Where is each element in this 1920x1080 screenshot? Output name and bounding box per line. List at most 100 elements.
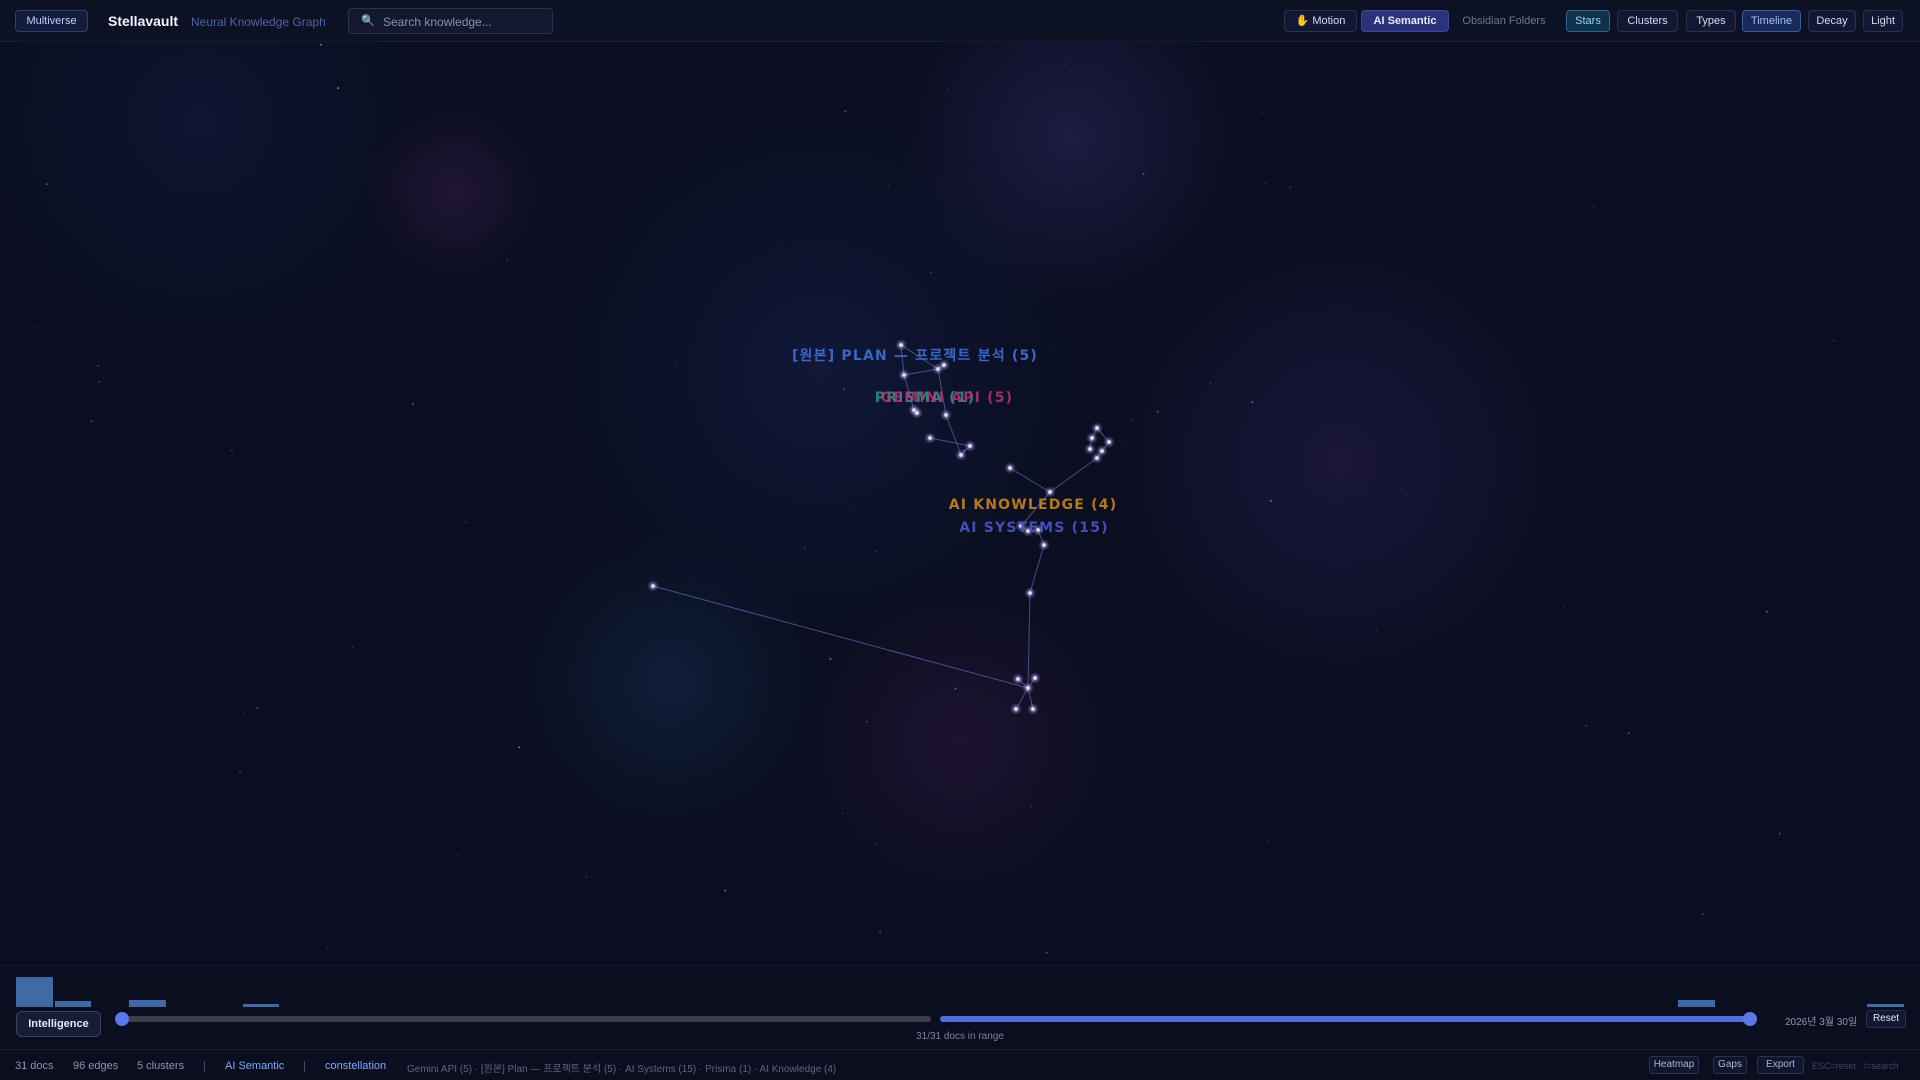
range-start-handle[interactable] [115, 1012, 129, 1026]
graph-canvas[interactable]: [원본] PLAN — 프로젝트 분석 (5) PRISMA (1) GEMIN… [0, 42, 1920, 965]
background-star [1156, 410, 1159, 413]
cluster-count: 5 clusters [137, 1060, 185, 1072]
graph-node[interactable] [955, 449, 967, 461]
top-bar: Multiverse Stellavault Neural Knowledge … [0, 0, 1920, 42]
background-star [1030, 298, 1032, 300]
background-star [1197, 120, 1199, 123]
background-star [941, 557, 943, 559]
background-star [841, 812, 844, 815]
status-separator: | [203, 1060, 206, 1072]
background-star [879, 930, 882, 933]
background-star [457, 854, 459, 857]
background-star [230, 449, 234, 452]
background-star [326, 948, 328, 950]
background-star [1540, 420, 1542, 422]
light-theme-toggle[interactable]: Light [1863, 10, 1903, 32]
background-star [25, 267, 27, 269]
cluster-label-gemini-api[interactable]: GEMINI API (5) [881, 390, 1014, 406]
graph-node[interactable] [647, 580, 659, 592]
background-star [724, 889, 727, 892]
background-star [412, 403, 415, 406]
app-tagline: Neural Knowledge Graph [191, 15, 326, 29]
graph-node[interactable] [1024, 587, 1036, 599]
background-star [122, 368, 124, 370]
intelligence-button[interactable]: Intelligence [16, 1011, 101, 1037]
search-icon: 🔍 [361, 15, 375, 27]
search-box[interactable]: 🔍 [348, 8, 553, 34]
histogram-bar [129, 1000, 166, 1007]
background-star [843, 388, 845, 390]
histogram-bar [1867, 1004, 1904, 1007]
histogram-bar [1678, 1000, 1715, 1007]
graph-node[interactable] [1029, 672, 1041, 684]
status-mode: AI Semantic [225, 1060, 285, 1072]
background-star [1765, 610, 1768, 613]
gaps-button[interactable]: Gaps [1713, 1056, 1747, 1074]
background-star [239, 770, 242, 773]
obsidian-folders-toggle[interactable]: Obsidian Folders [1452, 10, 1556, 32]
timeline-track-selected[interactable] [940, 1016, 1752, 1022]
background-star [97, 365, 99, 367]
background-star [1562, 606, 1565, 608]
background-star [634, 66, 636, 68]
edge-count: 96 edges [73, 1060, 119, 1072]
timeline-date: 2026년 3월 30일 [1785, 1017, 1858, 1028]
graph-node[interactable] [911, 407, 923, 419]
background-star [357, 321, 359, 323]
graph-edge [1049, 457, 1098, 493]
stars-view-button[interactable]: Stars [1566, 10, 1610, 32]
background-star [1778, 832, 1781, 835]
graph-node[interactable] [940, 409, 952, 421]
timeline-track-start[interactable] [121, 1016, 931, 1022]
background-star [1189, 133, 1191, 134]
cluster-label-ai-knowledge[interactable]: AI KNOWLEDGE (4) [949, 497, 1118, 513]
background-star [1841, 514, 1843, 516]
background-star [90, 420, 93, 423]
background-star [954, 687, 957, 690]
background-star [1375, 629, 1378, 631]
graph-edge [1009, 467, 1051, 493]
graph-node[interactable] [1038, 539, 1050, 551]
background-star [1702, 913, 1704, 915]
cluster-label-ai-systems[interactable]: AI SYSTEMS (15) [959, 520, 1109, 536]
motion-button[interactable]: ✋ Motion [1284, 10, 1357, 32]
background-star [1142, 172, 1145, 175]
multiverse-button[interactable]: Multiverse [15, 10, 88, 32]
background-stars [0, 43, 1848, 954]
background-star [1593, 205, 1595, 207]
decay-toggle[interactable]: Decay [1808, 10, 1856, 32]
types-view-button[interactable]: Types [1686, 10, 1736, 32]
background-star [887, 185, 890, 187]
background-star [383, 526, 385, 529]
search-input[interactable] [381, 12, 550, 32]
graph-node[interactable] [1086, 432, 1098, 444]
knowledge-graph[interactable]: [원본] PLAN — 프로젝트 분석 (5) PRISMA (1) GEMIN… [0, 42, 1920, 965]
graph-node[interactable] [1004, 462, 1016, 474]
background-star [465, 521, 467, 524]
export-button[interactable]: Export [1757, 1056, 1804, 1074]
cluster-label-plan[interactable]: [원본] PLAN — 프로젝트 분석 (5) [792, 347, 1038, 364]
background-star [674, 363, 676, 365]
range-end-handle[interactable] [1743, 1012, 1757, 1026]
graph-node[interactable] [1010, 703, 1022, 715]
graph-node[interactable] [924, 432, 936, 444]
timeline-toggle[interactable]: Timeline [1742, 10, 1801, 32]
clusters-view-button[interactable]: Clusters [1617, 10, 1678, 32]
graph-node[interactable] [1027, 703, 1039, 715]
background-star [1261, 111, 1264, 114]
background-star [1716, 564, 1718, 566]
background-star [511, 921, 513, 923]
graph-node[interactable] [1091, 452, 1103, 464]
graph-node[interactable] [1012, 673, 1024, 685]
timeline-reset-button[interactable]: Reset [1866, 1010, 1906, 1028]
ai-semantic-toggle[interactable]: AI Semantic [1361, 10, 1449, 32]
background-star [337, 86, 340, 90]
graph-node[interactable] [964, 440, 976, 452]
graph-node[interactable] [1022, 682, 1034, 694]
heatmap-button[interactable]: Heatmap [1649, 1056, 1699, 1074]
graph-node[interactable] [898, 369, 910, 381]
histogram-bar [243, 1004, 279, 1007]
background-star [260, 247, 262, 249]
background-star [98, 380, 101, 383]
background-star [850, 507, 852, 509]
